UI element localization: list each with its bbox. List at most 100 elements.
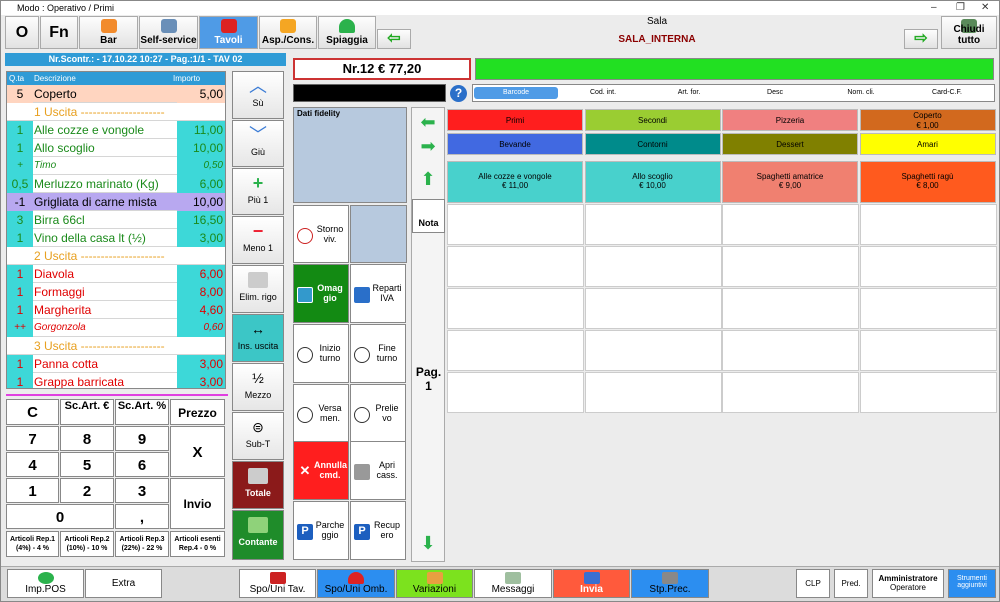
o-button[interactable]: O — [5, 16, 39, 49]
giu-button[interactable]: ﹀ Giù — [232, 120, 284, 167]
mezzo-button[interactable]: ½ Mezzo — [232, 363, 284, 411]
empty-product-slot[interactable] — [584, 330, 722, 371]
key-invio[interactable]: Invio — [170, 478, 225, 529]
empty-product-slot[interactable] — [722, 288, 859, 329]
extra-button[interactable]: Extra — [85, 569, 162, 598]
key-7[interactable]: 7 — [6, 426, 59, 451]
empty-product-slot[interactable] — [584, 246, 722, 287]
empty-product-slot[interactable] — [722, 372, 859, 413]
key-8[interactable]: 8 — [60, 426, 114, 451]
receipt-row[interactable]: 1 Allo scoglio 10,00 — [7, 139, 225, 157]
key-4[interactable]: 4 — [6, 452, 59, 477]
totale-button[interactable]: Totale — [232, 461, 284, 509]
tab-barcode[interactable]: Barcode — [474, 87, 558, 99]
tab-nom-cli[interactable]: Nom. cli. — [819, 87, 903, 99]
fine-turno-button[interactable]: Fine turno — [350, 324, 406, 383]
category-button[interactable]: Pizzeria — [722, 109, 858, 131]
ins-uscita-button[interactable]: ↔ Ins. uscita — [232, 314, 284, 362]
variazioni-button[interactable]: Variazioni — [396, 569, 473, 598]
empty-product-slot[interactable] — [447, 288, 584, 329]
stp-prec-button[interactable]: Stp.Prec. — [631, 569, 709, 598]
key-0[interactable]: 0 — [6, 504, 114, 529]
receipt-row[interactable]: 1 Formaggi 8,00 — [7, 283, 225, 301]
receipt-row[interactable]: 0,5 Merluzzo marinato (Kg) 6,00 — [7, 175, 225, 193]
category-button[interactable]: Secondi — [584, 109, 721, 131]
key-c[interactable]: C — [6, 399, 59, 425]
receipt-row[interactable]: 1 Grappa barricata 3,00 — [7, 373, 225, 388]
next-sala-button[interactable]: ⇨ — [904, 29, 938, 49]
category-button[interactable]: Coperto € 1,00 — [859, 109, 996, 131]
piu-uno-button[interactable]: + Più 1 — [232, 168, 284, 215]
tavoli-button[interactable]: Tavoli — [199, 16, 258, 49]
contante-button[interactable]: Contante — [232, 510, 284, 560]
spiaggia-button[interactable]: Spiaggia — [318, 16, 376, 49]
messaggi-button[interactable]: Messaggi — [474, 569, 552, 598]
key-sc-art-percent[interactable]: Sc.Art. % — [115, 399, 169, 425]
receipt-row[interactable]: + Timo 0,50 — [7, 157, 225, 175]
category-button[interactable]: Contorni — [584, 133, 721, 155]
bar-button[interactable]: Bar — [79, 16, 138, 49]
empty-product-slot[interactable] — [859, 330, 997, 371]
product-button[interactable]: Allo scoglio € 10,00 — [584, 161, 721, 203]
category-button[interactable]: Amari — [859, 133, 996, 155]
omaggio-button[interactable]: Omag gio — [293, 264, 349, 323]
tab-card-cf[interactable]: Card-C.F. — [905, 87, 989, 99]
receipt-row[interactable]: 1 Alle cozze e vongole 11,00 — [7, 121, 225, 139]
restore-icon[interactable]: ❐ — [956, 1, 965, 15]
reparto-3-button[interactable]: Articoli Rep.3 (22%) - 22 % — [115, 531, 169, 557]
reparto-4-button[interactable]: Articoli esenti Rep.4 - 0 % — [170, 531, 225, 557]
spo-uni-tav-button[interactable]: Spo/Uni Tav. — [239, 569, 316, 598]
tab-art-for[interactable]: Art. for. — [647, 87, 731, 99]
key-sc-art-euro[interactable]: Sc.Art. € — [60, 399, 114, 425]
inizio-turno-button[interactable]: Inizio turno — [293, 324, 349, 383]
key-x[interactable]: X — [170, 426, 225, 477]
empty-product-slot[interactable] — [584, 204, 722, 245]
storno-button[interactable]: Storno viv. — [293, 205, 349, 263]
empty-product-slot[interactable] — [859, 204, 997, 245]
product-button[interactable]: Spaghetti amatrice € 9,00 — [722, 161, 858, 203]
key-3[interactable]: 3 — [115, 478, 169, 503]
receipt-list[interactable]: Q.ta Descrizione Importo 5 Coperto 5,00 1 U… — [6, 71, 226, 389]
receipt-row[interactable]: 1 Vino della casa lt (½) 3,00 — [7, 229, 225, 247]
reparto-1-button[interactable]: Articoli Rep.1 (4%) - 4 % — [6, 531, 59, 557]
recupero-button[interactable]: P Recup ero — [350, 501, 406, 560]
category-button[interactable]: Bevande — [447, 133, 583, 155]
key-2[interactable]: 2 — [60, 478, 114, 503]
receipt-row[interactable]: 1 Margherita 4,60 — [7, 301, 225, 319]
pred-button[interactable]: Pred. — [834, 569, 868, 598]
empty-product-slot[interactable] — [447, 372, 584, 413]
clp-button[interactable]: CLP — [796, 569, 830, 598]
nota-button[interactable]: Nota — [412, 199, 445, 233]
empty-product-slot[interactable] — [859, 372, 997, 413]
su-button[interactable]: ︿ Sù — [232, 71, 284, 119]
key-comma[interactable]: , — [115, 504, 169, 529]
receipt-row[interactable]: 2 Uscita --------------------- — [7, 247, 225, 265]
receipt-row[interactable]: 1 Panna cotta 3,00 — [7, 355, 225, 373]
key-6[interactable]: 6 — [115, 452, 169, 477]
arrow-left-icon[interactable]: ⬅ — [414, 113, 442, 133]
empty-product-slot[interactable] — [859, 246, 997, 287]
category-button[interactable]: Dessert — [722, 133, 858, 155]
fn-button[interactable]: Fn — [40, 16, 78, 49]
imp-pos-button[interactable]: Imp.POS — [7, 569, 84, 598]
operator-button[interactable]: Amministratore Operatore — [872, 569, 944, 598]
category-button[interactable]: Primi — [447, 109, 583, 131]
product-button[interactable]: Alle cozze e vongole € 11,00 — [447, 161, 583, 203]
tab-cod-int[interactable]: Cod. int. — [561, 87, 645, 99]
key-5[interactable]: 5 — [60, 452, 114, 477]
empty-product-slot[interactable] — [722, 246, 859, 287]
key-prezzo[interactable]: Prezzo — [170, 399, 225, 425]
spo-uni-omb-button[interactable]: Spo/Uni Omb. — [317, 569, 395, 598]
sub-t-button[interactable]: ⊜ Sub-T — [232, 412, 284, 460]
empty-product-slot[interactable] — [447, 330, 584, 371]
help-icon[interactable]: ? — [450, 85, 467, 102]
receipt-row[interactable]: ++ Gorgonzola 0,60 — [7, 319, 225, 337]
empty-product-slot[interactable] — [584, 372, 722, 413]
chiudi-tutto-button[interactable]: Chiudi tutto — [941, 16, 997, 49]
elimina-rigo-button[interactable]: Elim. rigo — [232, 265, 284, 313]
invia-button[interactable]: Invia — [553, 569, 630, 598]
key-1[interactable]: 1 — [6, 478, 59, 503]
annulla-comanda-button[interactable]: ✕ Annulla cmd. — [293, 441, 349, 500]
receipt-row[interactable]: 3 Uscita --------------------- — [7, 337, 225, 355]
versamento-button[interactable]: Versa men. — [293, 384, 349, 443]
